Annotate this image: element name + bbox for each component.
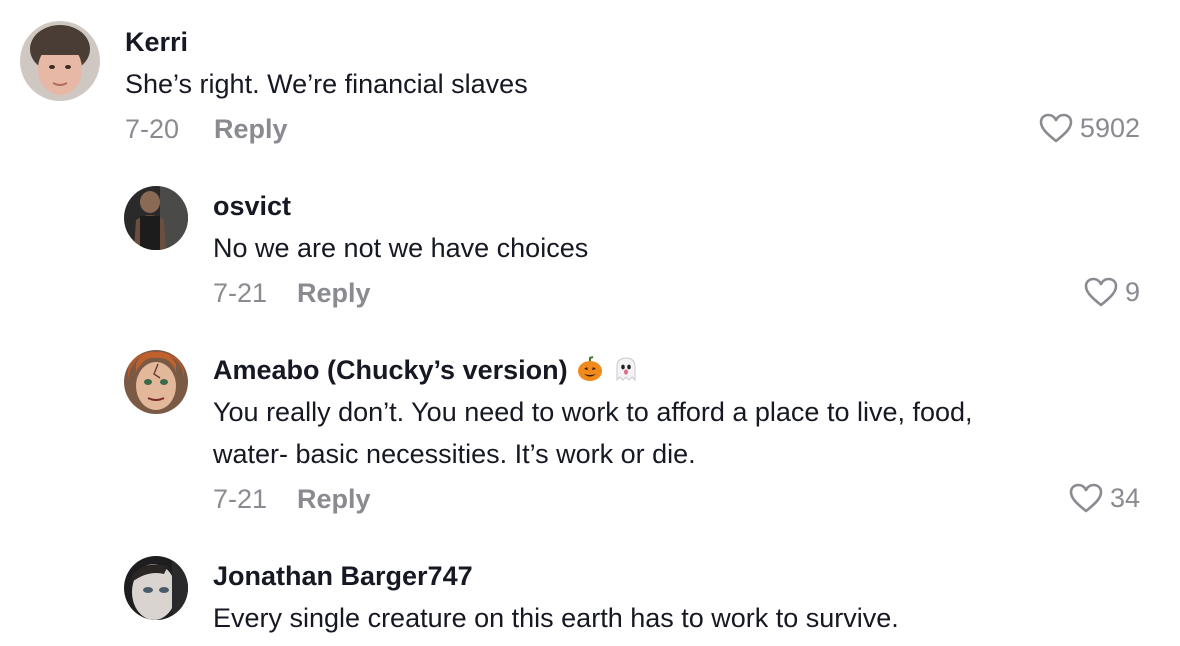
reply-button[interactable]: Reply	[214, 114, 288, 145]
heart-icon	[1083, 276, 1119, 308]
heart-icon	[1068, 482, 1104, 514]
comment-text: She’s right. We’re financial slaves	[125, 69, 528, 99]
comment-date: 7-20	[125, 114, 180, 144]
avatar[interactable]	[124, 350, 188, 414]
like-button[interactable]: 34	[1068, 482, 1140, 514]
username[interactable]: Ameabo (Chucky’s version)	[213, 355, 639, 386]
avatar[interactable]	[124, 186, 188, 250]
like-count: 34	[1109, 482, 1140, 513]
like-button[interactable]: 5902	[1038, 112, 1140, 144]
username-text: Ameabo (Chucky’s version)	[213, 355, 568, 385]
username[interactable]: Kerri	[125, 27, 188, 58]
comment-date: 7-21	[213, 278, 268, 308]
ghost-icon	[613, 356, 639, 382]
comment-date: 7-21	[213, 484, 268, 514]
comment-text: No we are not we have choices	[213, 233, 589, 263]
like-count: 9	[1124, 276, 1140, 307]
heart-icon	[1038, 112, 1074, 144]
pumpkin-icon	[577, 356, 603, 382]
avatar[interactable]	[20, 21, 100, 101]
username[interactable]: Jonathan Barger747	[213, 561, 473, 592]
comment-text: water- basic necessities. It’s work or d…	[213, 439, 696, 469]
username[interactable]: osvict	[213, 191, 291, 222]
like-count: 5902	[1079, 112, 1140, 143]
reply-button[interactable]: Reply	[297, 278, 371, 309]
reply-button[interactable]: Reply	[297, 484, 371, 515]
like-button[interactable]: 9	[1083, 276, 1140, 308]
comment-text: You really don’t. You need to work to af…	[213, 397, 973, 427]
avatar[interactable]	[124, 556, 188, 620]
comment-text: Every single creature on this earth has …	[213, 603, 899, 633]
